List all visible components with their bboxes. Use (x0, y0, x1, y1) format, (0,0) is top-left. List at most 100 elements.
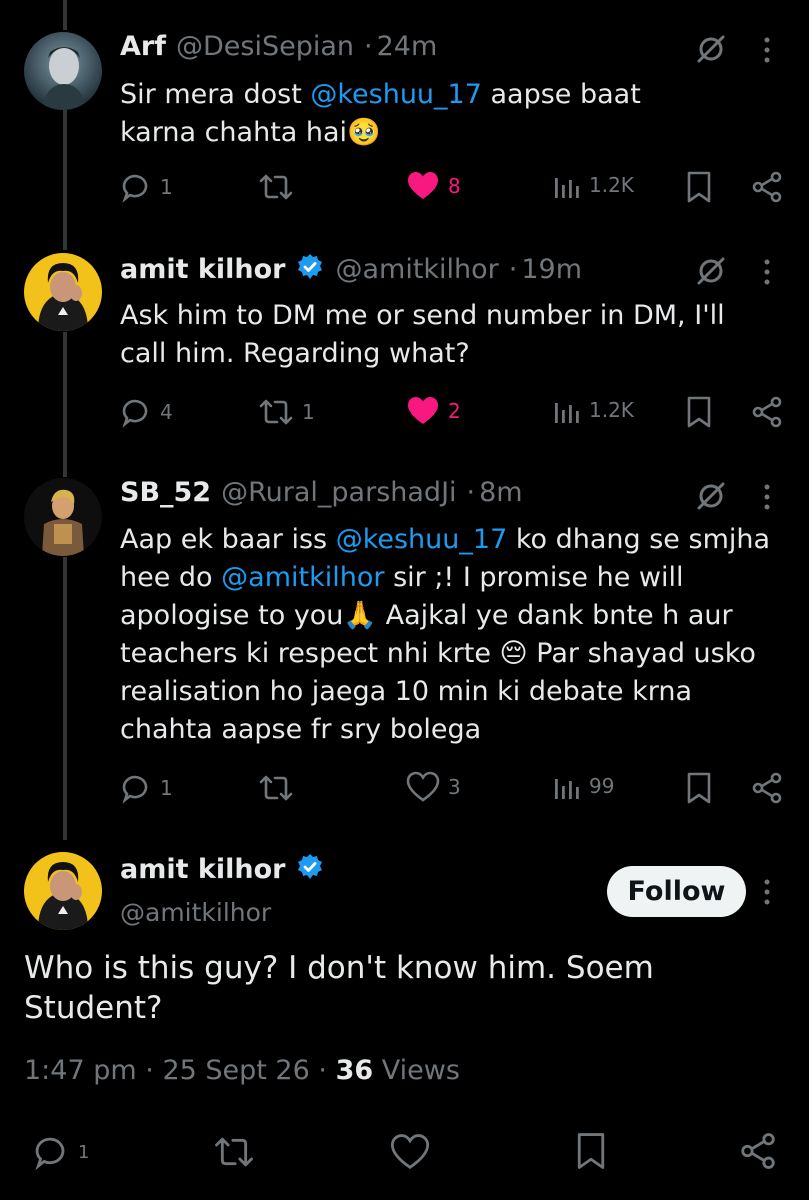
share-icon (741, 1133, 775, 1169)
heart-icon (390, 1134, 430, 1170)
heart-icon (408, 397, 438, 424)
display-name[interactable]: Arf (120, 31, 166, 62)
separator-dot: · (508, 253, 518, 285)
retweet-icon (259, 399, 293, 425)
reply-count: 4 (160, 400, 173, 424)
reply-icon (35, 1137, 65, 1171)
post-time[interactable]: 1:47 pm (24, 1055, 137, 1086)
thread-line (63, 0, 67, 30)
retweet-button[interactable] (258, 771, 302, 805)
share-button[interactable] (750, 170, 784, 204)
tweet-text: Sir mera dost @keshuu_17 aapse baat karn… (120, 76, 720, 152)
grok-icon[interactable] (695, 33, 727, 69)
like-button[interactable] (390, 1133, 430, 1171)
reply-count: 1 (78, 1141, 90, 1163)
follow-button[interactable]: Follow (607, 866, 746, 917)
share-button[interactable] (750, 771, 784, 805)
mention-link[interactable]: @keshuu_17 (336, 524, 508, 555)
retweet-button[interactable]: 1 (258, 395, 315, 429)
bookmark-icon (687, 772, 711, 804)
bookmark-button[interactable] (684, 170, 714, 204)
tweet-actions: 1 8 1.2K (118, 170, 790, 210)
retweet-icon (259, 775, 293, 801)
tweet-metadata: 1:47 pm · 25 Sept 26 · 36 Views (24, 1055, 460, 1086)
views-icon (555, 178, 579, 198)
separator-dot: · (145, 1055, 154, 1086)
heart-icon (406, 771, 440, 802)
like-button[interactable]: 8 (406, 170, 461, 202)
like-button[interactable]: 2 (406, 395, 461, 427)
views-button[interactable]: 1.2K (551, 170, 634, 200)
tweet-header: amit kilhor @amitkilhor · 19m (120, 252, 582, 286)
bookmark-icon (687, 171, 711, 203)
share-button[interactable] (738, 1131, 778, 1171)
heart-icon (408, 172, 438, 199)
bookmark-button[interactable] (684, 771, 714, 805)
verified-icon (295, 852, 325, 886)
post-date[interactable]: 25 Sept 26 (162, 1055, 309, 1086)
mention-link[interactable]: @keshuu_17 (310, 79, 482, 110)
separator-dot: · (318, 1055, 327, 1086)
mention-link[interactable]: @amitkilhor (221, 562, 384, 593)
views-count: 36 (335, 1055, 374, 1086)
avatar[interactable] (24, 32, 102, 110)
bookmark-icon (687, 396, 711, 428)
reply-button[interactable]: 1 (118, 771, 173, 805)
reply-icon (122, 775, 148, 804)
share-button[interactable] (750, 395, 784, 429)
retweet-icon (215, 1137, 253, 1167)
share-icon (752, 396, 782, 428)
grok-icon[interactable] (695, 255, 727, 291)
more-icon[interactable] (762, 483, 772, 515)
timestamp[interactable]: 24m (377, 31, 438, 62)
separator-dot: · (364, 31, 373, 62)
more-icon[interactable] (762, 258, 772, 290)
display-name[interactable]: SB_52 (120, 477, 211, 508)
text-segment: Aap ek baar iss (120, 524, 336, 555)
like-button[interactable]: 3 (406, 771, 461, 803)
tweet-header: SB_52 @Rural_parshadJi · 8m (120, 477, 523, 508)
more-icon[interactable] (762, 878, 772, 910)
retweet-button[interactable] (258, 170, 302, 204)
view-count: 1.2K (589, 173, 634, 197)
like-count: 2 (448, 399, 461, 423)
tweet-actions: 4 1 2 1.2K (118, 395, 790, 435)
reply-button[interactable]: 1 (30, 1132, 89, 1172)
user-handle[interactable]: @DesiSepian (176, 31, 354, 62)
bookmark-button[interactable] (684, 395, 714, 429)
user-handle[interactable]: @amitkilhor (120, 898, 271, 927)
reply-icon (122, 174, 148, 203)
like-count: 8 (448, 174, 461, 198)
reply-button[interactable]: 4 (118, 395, 173, 429)
tweet-header: Arf @DesiSepian · 24m (120, 31, 437, 62)
avatar[interactable] (24, 852, 102, 930)
views-button[interactable]: 1.2K (551, 395, 634, 425)
main-author: amit kilhor (120, 852, 325, 886)
views-button[interactable]: 99 (551, 771, 614, 801)
avatar[interactable] (24, 253, 102, 331)
views-icon (555, 403, 579, 423)
user-handle[interactable]: @Rural_parshadJi (221, 477, 456, 508)
main-tweet-text: Who is this guy? I don't know him. Soem … (24, 950, 654, 1026)
timestamp[interactable]: 8m (479, 477, 522, 508)
reply-button[interactable]: 1 (118, 170, 173, 204)
reply-count: 1 (160, 776, 173, 800)
more-icon[interactable] (762, 36, 772, 68)
user-handle[interactable]: @amitkilhor (335, 254, 498, 285)
retweet-icon (259, 174, 293, 200)
tweet-text: Aap ek baar iss @keshuu_17 ko dhang se s… (120, 521, 775, 749)
thread-line (63, 332, 67, 477)
share-icon (752, 772, 782, 804)
separator-dot: · (466, 477, 476, 508)
timestamp[interactable]: 19m (521, 254, 582, 285)
retweet-button[interactable] (213, 1132, 255, 1172)
avatar[interactable] (24, 478, 102, 556)
thread-line (63, 557, 67, 840)
grok-icon[interactable] (695, 480, 727, 516)
bookmark-button[interactable] (573, 1131, 609, 1171)
like-count: 3 (448, 775, 461, 799)
tweet-text: Ask him to DM me or send number in DM, I… (120, 300, 725, 369)
display-name[interactable]: amit kilhor (120, 854, 285, 885)
display-name[interactable]: amit kilhor (120, 254, 285, 285)
bookmark-icon (577, 1133, 605, 1169)
